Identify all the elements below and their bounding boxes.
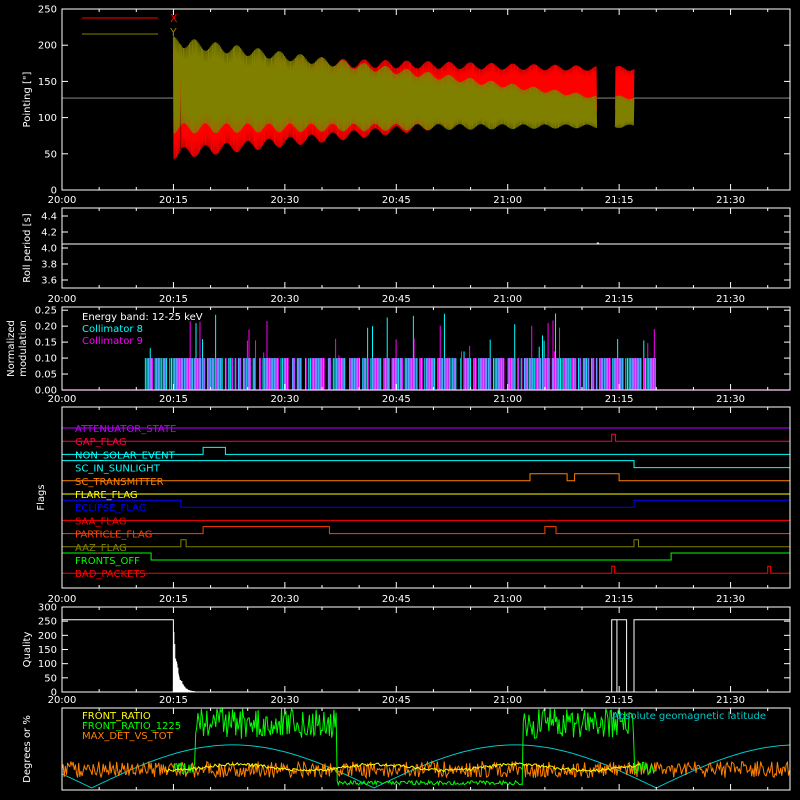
- legend-label-x: X: [170, 12, 178, 25]
- quality-xtick-label: 20:30: [270, 695, 299, 706]
- modulation-ytick-label: 0.20: [35, 322, 57, 333]
- flag-label: FLARE_FLAG: [75, 490, 138, 501]
- flag-line-bad-packets: [62, 565, 790, 574]
- flags-xtick-label: 20:15: [159, 594, 188, 605]
- quality-ytick-label: 300: [38, 603, 57, 614]
- legend-label-collimator8: Collimator 8: [82, 324, 143, 335]
- roll-xtick-label: 20:45: [382, 294, 411, 305]
- modulation-xtick-label: 20:00: [48, 394, 77, 405]
- flag-label: ECLIPSE_FLAG: [75, 503, 146, 514]
- flag-label: SC_IN_SUNLIGHT: [75, 464, 161, 475]
- flags-xtick-label: 21:15: [605, 594, 634, 605]
- roll-xtick-label: 20:00: [48, 294, 77, 305]
- flag-label: FRONTS_OFF: [75, 556, 140, 567]
- roll-xtick-label: 21:15: [605, 294, 634, 305]
- pointing-xtick-label: 21:00: [493, 195, 522, 206]
- legend-label-geomagnetic: Absolute geomagnetic latitude: [612, 711, 766, 722]
- pointing-xtick-label: 20:00: [48, 195, 77, 206]
- roll-ytick-label: 4.0: [41, 244, 57, 255]
- flag-label: SC_TRANSMITTER: [75, 477, 164, 488]
- quality-xtick-label: 21:30: [716, 695, 745, 706]
- pointing-ytick-label: 250: [38, 5, 57, 16]
- quality-xtick-label: 21:15: [605, 695, 634, 706]
- roll-ylabel: Roll period [s]: [22, 213, 33, 282]
- flag-line-sc-in-sunlight: [62, 460, 790, 469]
- modulation-ytick-label: 0.10: [35, 354, 57, 365]
- roll-xtick-label: 20:15: [159, 294, 188, 305]
- flags-xtick-label: 21:00: [493, 594, 522, 605]
- legend-label-collimator9: Collimator 9: [82, 336, 143, 347]
- modulation-xtick-label: 21:30: [716, 394, 745, 405]
- flags-xtick-label: 20:30: [270, 594, 299, 605]
- flag-line-eclipse-flag: [62, 499, 790, 508]
- flag-line-fronts-off: [62, 552, 790, 561]
- modulation-xtick-label: 21:15: [605, 394, 634, 405]
- geomagnetic-latitude-line: [61, 744, 791, 789]
- ratios-ylabel: Degrees or %: [22, 715, 33, 783]
- flag-label: AAZ_FLAG: [75, 543, 127, 554]
- quality-ytick-label: 50: [44, 673, 57, 684]
- flag-label: ATTENUATOR_STATE: [75, 424, 176, 435]
- pointing-ytick-label: 100: [38, 113, 57, 124]
- flag-line-particle-flag: [62, 526, 790, 535]
- legend-label-y: Y: [169, 26, 177, 39]
- quality-xtick-label: 20:00: [48, 695, 77, 706]
- pointing-series-y: [614, 95, 635, 129]
- pointing-xtick-label: 21:15: [605, 195, 634, 206]
- roll-ytick-label: 3.8: [41, 260, 57, 271]
- modulation-ylabel-1: Normalized: [6, 320, 17, 377]
- roll-ytick-label: 3.6: [41, 276, 57, 287]
- roll-xtick-label: 20:30: [270, 294, 299, 305]
- flags-xtick-label: 21:30: [716, 594, 745, 605]
- pointing-xtick-label: 20:15: [159, 195, 188, 206]
- modulation-xtick-label: 20:30: [270, 394, 299, 405]
- modulation-ytick-label: 0.25: [35, 306, 57, 317]
- quality-xtick-label: 20:15: [159, 695, 188, 706]
- flag-label: SAA_FLAG: [75, 516, 126, 527]
- pointing-ylabel: Pointing ["]: [22, 71, 33, 127]
- flags-xtick-label: 20:45: [382, 594, 411, 605]
- quality-xtick-label: 20:45: [382, 695, 411, 706]
- pointing-ytick-label: 150: [38, 77, 57, 88]
- quality-ytick-label: 150: [38, 645, 57, 656]
- quality-ytick-label: 250: [38, 617, 57, 628]
- flag-label: NON_SOLAR_EVENT: [75, 450, 176, 461]
- pointing-xtick-label: 20:30: [270, 195, 299, 206]
- pointing-ytick-label: 200: [38, 41, 57, 52]
- flag-label: GAP_FLAG: [75, 437, 127, 448]
- modulation-xtick-label: 20:15: [159, 394, 188, 405]
- modulation-ylabel-2: modulation: [18, 320, 29, 377]
- flag-label: PARTICLE_FLAG: [75, 530, 152, 541]
- modulation-xtick-label: 21:00: [493, 394, 522, 405]
- quality-ytick-label: 200: [38, 631, 57, 642]
- quality-ylabel: Quality: [22, 632, 33, 668]
- modulation-ytick-label: 0.15: [35, 338, 57, 349]
- roll-frame: [61, 207, 791, 289]
- flag-label: BAD_PACKETS: [75, 569, 146, 580]
- pointing-xtick-label: 21:30: [716, 195, 745, 206]
- roll-xtick-label: 21:30: [716, 294, 745, 305]
- quality-ytick-label: 100: [38, 659, 57, 670]
- hessi-quicklook-chart: 050100150200250Pointing ["]XY20:00 20:15 2…: [6, 5, 791, 791]
- quality-line: [62, 619, 790, 693]
- flag-line-aaz-flag: [62, 539, 790, 548]
- energy-band-annotation: Energy band: 12-25 keV: [82, 312, 203, 323]
- flag-line-gap-flag: [62, 433, 790, 442]
- modulation-ytick-label: 0.05: [35, 370, 57, 381]
- roll-xtick-label: 21:00: [493, 294, 522, 305]
- flags-ylabel: Flags: [36, 484, 47, 510]
- roll-ytick-label: 4.2: [41, 228, 57, 239]
- legend-label-max-det-vs-tot: MAX_DET_VS_TOT: [82, 731, 174, 742]
- pointing-ytick-label: 50: [44, 149, 57, 160]
- modulation-xtick-label: 20:45: [382, 394, 411, 405]
- pointing-xtick-label: 20:45: [382, 195, 411, 206]
- flag-line-sc-transmitter: [62, 473, 790, 482]
- quality-xtick-label: 21:00: [493, 695, 522, 706]
- roll-ytick-label: 4.4: [41, 212, 57, 223]
